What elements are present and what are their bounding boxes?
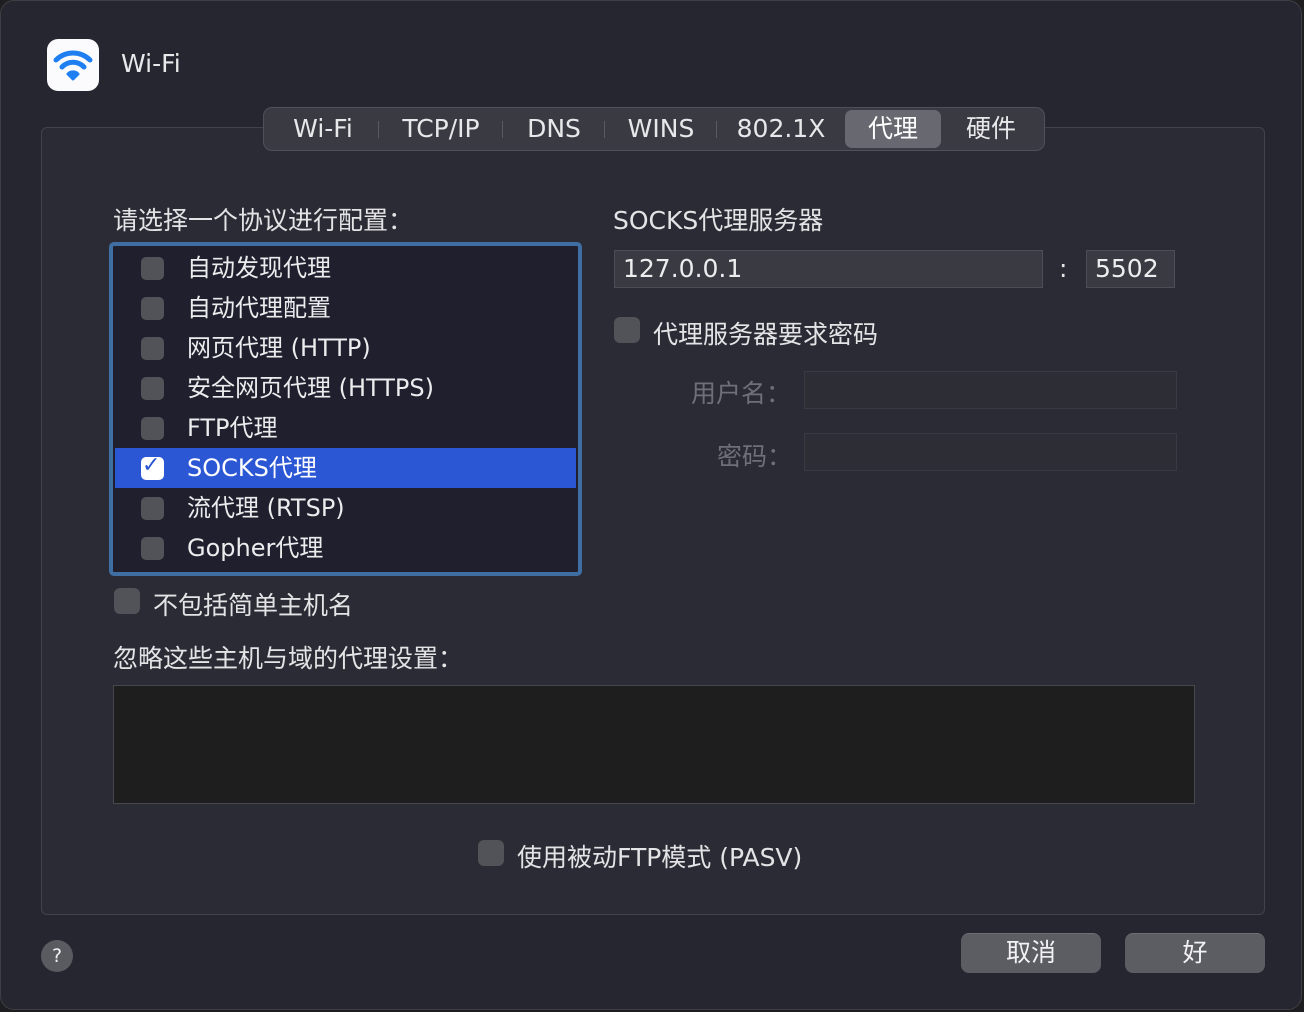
tab-dns[interactable]: DNS <box>503 110 605 148</box>
protocol-checkbox[interactable] <box>141 257 164 280</box>
ok-button[interactable]: 好 <box>1125 933 1265 973</box>
protocol-checkbox[interactable] <box>141 417 164 440</box>
protocol-item-socks[interactable]: ✓ SOCKS代理 <box>115 448 576 488</box>
protocol-checkbox[interactable] <box>141 337 164 360</box>
passive-ftp-checkbox[interactable] <box>478 840 504 866</box>
protocol-list[interactable]: 自动发现代理 自动代理配置 网页代理 (HTTP) 安全网页代理 (HTTPS)… <box>109 242 582 576</box>
tab-bar: Wi-Fi TCP/IP DNS WINS 802.1X 代理 硬件 <box>263 107 1045 151</box>
protocol-item-auto-discovery[interactable]: 自动发现代理 <box>115 248 576 288</box>
protocol-item-label: 自动代理配置 <box>187 294 331 322</box>
protocol-checkbox[interactable] <box>141 297 164 320</box>
proxy-server-input[interactable]: 127.0.0.1 <box>614 250 1043 288</box>
password-required-checkbox[interactable] <box>614 317 640 343</box>
password-required-label: 代理服务器要求密码 <box>653 320 879 349</box>
cancel-button[interactable]: 取消 <box>961 933 1101 973</box>
port-separator: : <box>1059 254 1068 283</box>
protocol-item-label: FTP代理 <box>187 414 278 442</box>
tab-wins[interactable]: WINS <box>605 110 717 148</box>
protocol-item-label: 安全网页代理 (HTTPS) <box>187 374 435 402</box>
tab-tcpip[interactable]: TCP/IP <box>379 110 503 148</box>
bypass-hosts-textarea[interactable] <box>113 685 1195 804</box>
protocol-item-ftp[interactable]: FTP代理 <box>115 408 576 448</box>
proxy-port-input[interactable]: 5502 <box>1086 250 1175 288</box>
protocol-item-label: 网页代理 (HTTP) <box>187 334 371 362</box>
protocol-checkbox-checked[interactable]: ✓ <box>141 453 164 480</box>
protocol-item-rtsp[interactable]: 流代理 (RTSP) <box>115 488 576 528</box>
passive-ftp-label: 使用被动FTP模式 (PASV) <box>517 843 803 872</box>
tab-proxy[interactable]: 代理 <box>845 110 941 148</box>
socks-server-heading: SOCKS代理服务器 <box>613 206 824 235</box>
window-title: Wi-Fi <box>121 49 181 78</box>
tab-hardware[interactable]: 硬件 <box>941 110 1041 148</box>
password-field[interactable] <box>804 433 1177 471</box>
protocol-item-auto-config[interactable]: 自动代理配置 <box>115 288 576 328</box>
tab-8021x[interactable]: 802.1X <box>717 110 845 148</box>
protocol-checkbox[interactable] <box>141 377 164 400</box>
exclude-simple-hostnames-label: 不包括简单主机名 <box>153 591 354 620</box>
protocol-item-label: 自动发现代理 <box>187 254 331 282</box>
protocol-item-http[interactable]: 网页代理 (HTTP) <box>115 328 576 368</box>
protocol-checkbox[interactable] <box>141 497 164 520</box>
protocol-item-label: Gopher代理 <box>187 534 324 562</box>
tab-wifi[interactable]: Wi-Fi <box>267 110 379 148</box>
protocol-item-label: SOCKS代理 <box>187 454 317 482</box>
password-label: 密码： <box>717 442 793 471</box>
protocol-checkbox[interactable] <box>141 537 164 560</box>
network-dialog: Wi-Fi Wi-Fi TCP/IP DNS WINS 802.1X 代理 硬件… <box>0 0 1302 1010</box>
help-button[interactable]: ? <box>41 940 73 972</box>
exclude-simple-hostnames-checkbox[interactable] <box>114 588 140 614</box>
checkmark-icon: ✓ <box>142 453 161 478</box>
username-field[interactable] <box>804 371 1177 409</box>
username-label: 用户名： <box>691 379 792 408</box>
wifi-icon <box>47 39 99 91</box>
protocol-item-label: 流代理 (RTSP) <box>187 494 345 522</box>
bypass-list-heading: 忽略这些主机与域的代理设置： <box>113 644 464 673</box>
protocol-list-heading: 请选择一个协议进行配置： <box>113 206 414 235</box>
protocol-item-https[interactable]: 安全网页代理 (HTTPS) <box>115 368 576 408</box>
protocol-item-gopher[interactable]: Gopher代理 <box>115 528 576 568</box>
